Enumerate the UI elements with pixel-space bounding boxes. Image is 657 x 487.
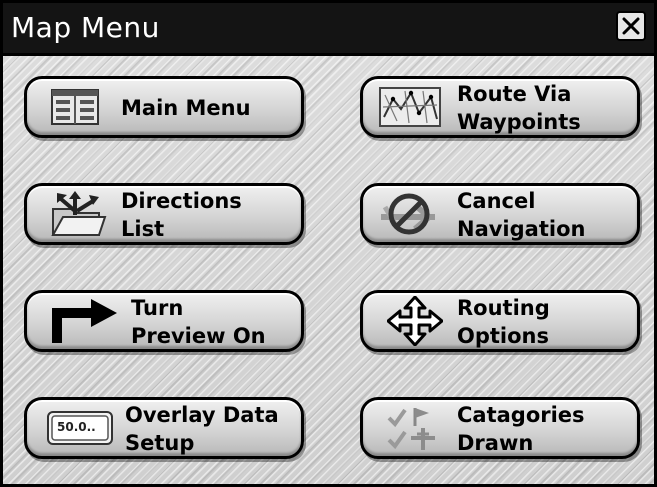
turn-preview-label-line1: Turn — [131, 296, 184, 320]
main-menu-button[interactable]: Main Menu — [24, 76, 304, 138]
routing-options-button[interactable]: Routing Options — [360, 290, 640, 352]
route-via-waypoints-button[interactable]: Route Via Waypoints — [360, 76, 640, 138]
route-via-label-line2: Waypoints — [457, 110, 581, 134]
main-menu-label: Main Menu — [121, 96, 251, 120]
categories-label-line1: Catagories — [457, 403, 585, 427]
directions-list-button[interactable]: Directions List — [24, 183, 304, 245]
cancel-label-line1: Cancel — [457, 189, 536, 213]
window-title: Map Menu — [11, 11, 160, 44]
menu-panel: Main Menu Route Via Waypoints Directions… — [3, 56, 654, 484]
overlay-data-icon-text: 50.0.. — [57, 420, 96, 434]
directions-label-line2: List — [121, 217, 165, 241]
overlay-label-line2: Setup — [125, 431, 195, 455]
close-icon — [622, 17, 640, 35]
turn-preview-label-line2: Preview On — [131, 324, 266, 348]
cancel-navigation-button[interactable]: Cancel Navigation — [360, 183, 640, 245]
routing-label-line1: Routing — [457, 296, 550, 320]
map-route-icon — [379, 87, 441, 127]
directions-folder-icon — [49, 189, 109, 239]
title-bar: Map Menu — [3, 3, 654, 56]
cancel-label-line2: Navigation — [457, 217, 586, 241]
cancel-navigation-icon — [375, 191, 445, 237]
categories-icon — [385, 404, 451, 452]
menu-list-icon — [51, 89, 99, 125]
turn-preview-button[interactable]: Turn Preview On — [24, 290, 304, 352]
overlay-data-setup-button[interactable]: 50.0.. Overlay Data Setup — [24, 397, 304, 459]
route-via-label-line1: Route Via — [457, 82, 572, 106]
close-button[interactable] — [616, 11, 646, 41]
overlay-label-line1: Overlay Data — [125, 403, 279, 427]
categories-label-line2: Drawn — [457, 431, 534, 455]
map-menu-window: Map Menu Main Menu Route Via Waypoints D… — [0, 0, 657, 487]
categories-drawn-button[interactable]: Catagories Drawn — [360, 397, 640, 459]
overlay-data-icon: 50.0.. — [47, 411, 113, 445]
routing-options-icon — [387, 296, 443, 346]
turn-arrow-icon — [51, 299, 121, 343]
routing-label-line2: Options — [457, 324, 549, 348]
directions-label-line1: Directions — [121, 189, 242, 213]
